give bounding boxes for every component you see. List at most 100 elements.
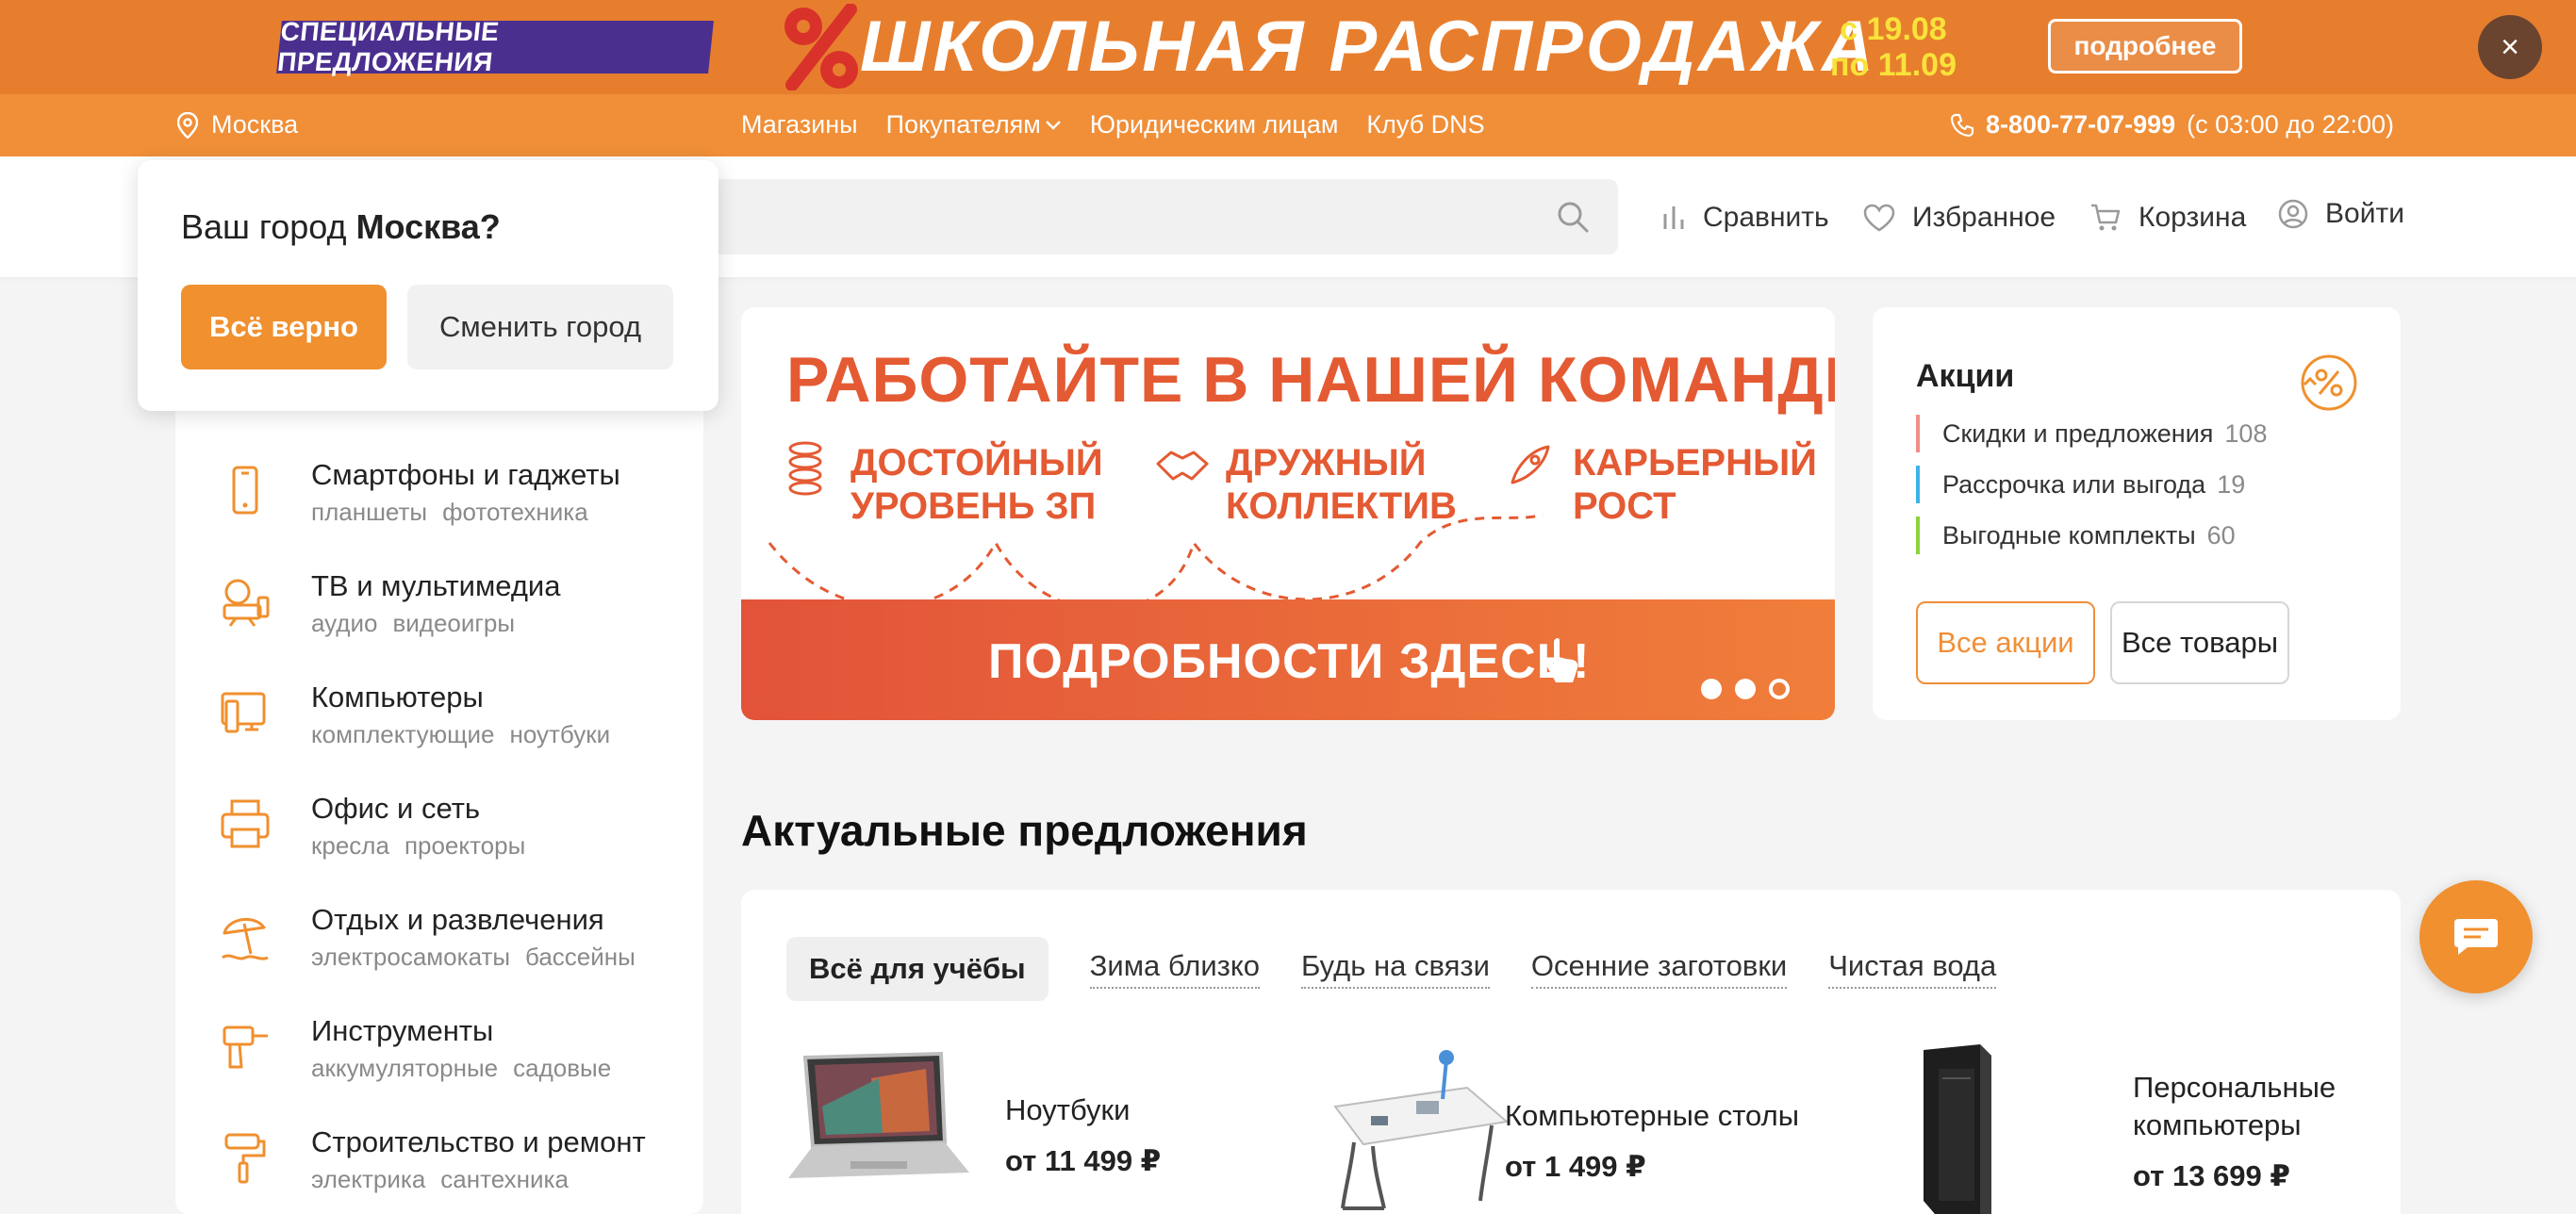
all-promotions-button[interactable]: Все акции bbox=[1916, 601, 2095, 684]
compare-label: Сравнить bbox=[1703, 202, 1829, 233]
product-price: от 11 499 ₽ bbox=[1005, 1144, 1162, 1177]
search-icon[interactable] bbox=[1556, 200, 1590, 234]
category-tv[interactable]: ТВ и мультимедиа аудио видеоигры bbox=[175, 554, 703, 665]
tab-autumn[interactable]: Осенние заготовки bbox=[1530, 949, 1788, 989]
hero-cta-band[interactable]: ПОДРОБНОСТИ ЗДЕСЬ! bbox=[741, 599, 1835, 720]
user-icon bbox=[2278, 199, 2308, 229]
tab-connected[interactable]: Будь на связи bbox=[1301, 949, 1490, 989]
promo-row-label: Выгодные комплекты bbox=[1942, 521, 2196, 550]
product-card-laptops[interactable]: Ноутбуки от 11 499 ₽ bbox=[784, 1041, 1275, 1214]
category-title: Строительство и ремонт bbox=[311, 1125, 646, 1158]
confirm-city-button[interactable]: Всё верно bbox=[181, 285, 387, 369]
nav-link-customers[interactable]: Покупателям bbox=[886, 110, 1062, 139]
category-sub-link[interactable]: видеоигры bbox=[392, 609, 515, 637]
promo-row-installments[interactable]: Рассрочка или выгода 19 bbox=[1916, 466, 2245, 503]
category-sub-link[interactable]: кресла bbox=[311, 831, 389, 860]
pointer-hand-icon bbox=[1545, 638, 1578, 682]
carousel-dot[interactable] bbox=[1735, 679, 1756, 699]
chat-button[interactable] bbox=[2419, 880, 2533, 993]
cart-button[interactable]: Корзина bbox=[2089, 202, 2246, 234]
hero-cta-label: ПОДРОБНОСТИ ЗДЕСЬ! bbox=[988, 634, 1591, 689]
cart-icon bbox=[2091, 204, 2121, 231]
percent-icon bbox=[784, 4, 858, 90]
heart-icon bbox=[1863, 204, 1895, 232]
location-pin-icon bbox=[177, 111, 198, 139]
nav-link-stores[interactable]: Магазины bbox=[741, 110, 858, 139]
promo-more-button[interactable]: подробнее bbox=[2048, 19, 2242, 74]
category-smartphones[interactable]: Смартфоны и гаджеты планшеты фототехника bbox=[175, 443, 703, 554]
category-title: ТВ и мультимедиа bbox=[311, 569, 561, 602]
hero-feature-career: КАРЬЕРНЫЙ РОСТ bbox=[1573, 441, 1817, 528]
category-subtitles: аудио видеоигры bbox=[311, 609, 515, 638]
category-subtitles: комплектующие ноутбуки bbox=[311, 720, 610, 749]
category-sub-link[interactable]: электрика bbox=[311, 1165, 425, 1193]
city-selector[interactable]: Москва bbox=[177, 110, 298, 139]
category-subtitles: аккумуляторные садовые bbox=[311, 1054, 611, 1083]
hero-feature-line: ДОСТОЙНЫЙ bbox=[850, 442, 1103, 484]
hero-feature-line: РОСТ bbox=[1573, 485, 1676, 527]
product-name: Компьютерные столы bbox=[1505, 1099, 1799, 1132]
paint-roller-icon bbox=[224, 1133, 266, 1184]
category-subtitles: электросамокаты бассейны bbox=[311, 943, 636, 972]
category-sub-link[interactable]: аудио bbox=[311, 609, 377, 637]
category-sub-link[interactable]: комплектующие bbox=[311, 720, 494, 748]
phone-hours: (с 03:00 до 22:00) bbox=[2187, 110, 2395, 139]
product-price: от 13 699 ₽ bbox=[2133, 1159, 2290, 1192]
promo-title: ШКОЛЬНАЯ РАСПРОДАЖА bbox=[860, 7, 1877, 87]
rocket-icon bbox=[1511, 445, 1550, 484]
category-tools[interactable]: Инструменты аккумуляторные садовые bbox=[175, 999, 703, 1110]
category-title: Инструменты bbox=[311, 1014, 494, 1047]
promotions-title: Акции bbox=[1916, 358, 2015, 394]
category-sub-link[interactable]: садовые bbox=[513, 1054, 611, 1082]
category-construction[interactable]: Строительство и ремонт электрика сантехни… bbox=[175, 1110, 703, 1214]
category-subtitles: планшеты фототехника bbox=[311, 498, 588, 527]
category-sub-link[interactable]: ноутбуки bbox=[509, 720, 610, 748]
promo-row-discounts[interactable]: Скидки и предложения 108 bbox=[1916, 415, 2267, 452]
category-sub-link[interactable]: бассейны bbox=[525, 943, 636, 971]
smartphone-icon bbox=[232, 466, 258, 515]
drill-icon bbox=[223, 1025, 268, 1069]
category-sub-link[interactable]: электросамокаты bbox=[311, 943, 510, 971]
promo-banner[interactable]: СПЕЦИАЛЬНЫЕ ПРЕДЛОЖЕНИЯ ШКОЛЬНАЯ РАСПРОД… bbox=[0, 0, 2576, 94]
promo-row-count: 19 bbox=[2217, 470, 2246, 499]
product-name-line: Персональные bbox=[2133, 1071, 2337, 1104]
category-sub-link[interactable]: аккумуляторные bbox=[311, 1054, 498, 1082]
category-subtitles: электрика сантехника bbox=[311, 1165, 569, 1194]
tv-icon bbox=[223, 579, 270, 627]
offers-section-title: Актуальные предложения bbox=[741, 806, 1308, 855]
category-sub-link[interactable]: планшеты bbox=[311, 498, 427, 526]
close-icon[interactable]: × bbox=[2478, 15, 2542, 79]
category-computers[interactable]: Компьютеры комплектующие ноутбуки bbox=[175, 665, 703, 777]
computer-icon bbox=[221, 692, 266, 733]
catalog-sidebar: Смартфоны и гаджеты планшеты фототехника … bbox=[175, 309, 703, 1214]
category-subtitles: кресла проекторы bbox=[311, 831, 525, 861]
tab-winter[interactable]: Зима близко bbox=[1089, 949, 1260, 989]
tab-school[interactable]: Всё для учёбы bbox=[786, 937, 1049, 1001]
nav-link-legal[interactable]: Юридическим лицам bbox=[1090, 110, 1339, 139]
nav-link-club[interactable]: Клуб DNS bbox=[1366, 110, 1484, 139]
hero-banner[interactable]: РАБОТАЙТЕ В НАШЕЙ КОМАНДЕ! ДОСТОЙНЫЙ УРО… bbox=[741, 307, 1835, 720]
product-card-pcs[interactable]: Персональные компьютеры от 13 699 ₽ bbox=[1886, 1041, 2376, 1214]
search-input[interactable] bbox=[698, 179, 1618, 254]
login-button[interactable]: Войти bbox=[2278, 198, 2404, 230]
pc-tower-image bbox=[1924, 1044, 1991, 1214]
product-name: Ноутбуки bbox=[1005, 1093, 1131, 1126]
category-leisure[interactable]: Отдых и развлечения электросамокаты бассе… bbox=[175, 888, 703, 999]
tab-water[interactable]: Чистая вода bbox=[1828, 949, 1997, 989]
favorites-button[interactable]: Избранное bbox=[1863, 202, 2056, 234]
category-sub-link[interactable]: фототехника bbox=[442, 498, 588, 526]
category-sub-link[interactable]: сантехника bbox=[440, 1165, 569, 1193]
carousel-dot-active[interactable] bbox=[1769, 679, 1790, 699]
category-sub-link[interactable]: проекторы bbox=[405, 831, 525, 860]
desk-image bbox=[1333, 1050, 1510, 1210]
product-card-desks[interactable]: Компьютерные столы от 1 499 ₽ bbox=[1326, 1041, 1835, 1214]
carousel-dot[interactable] bbox=[1701, 679, 1722, 699]
category-office[interactable]: Офис и сеть кресла проекторы bbox=[175, 777, 703, 888]
promo-dates: с 19.08 по 11.09 bbox=[1818, 11, 1969, 83]
support-phone[interactable]: 8-800-77-07-999 (с 03:00 до 22:00) bbox=[1950, 110, 2394, 139]
promo-row-bundles[interactable]: Выгодные комплекты 60 bbox=[1916, 517, 2236, 554]
search-box[interactable] bbox=[698, 179, 1618, 254]
compare-button[interactable]: Сравнить bbox=[1661, 202, 1829, 234]
all-goods-button[interactable]: Все товары bbox=[2110, 601, 2289, 684]
change-city-button[interactable]: Сменить город bbox=[407, 285, 673, 369]
